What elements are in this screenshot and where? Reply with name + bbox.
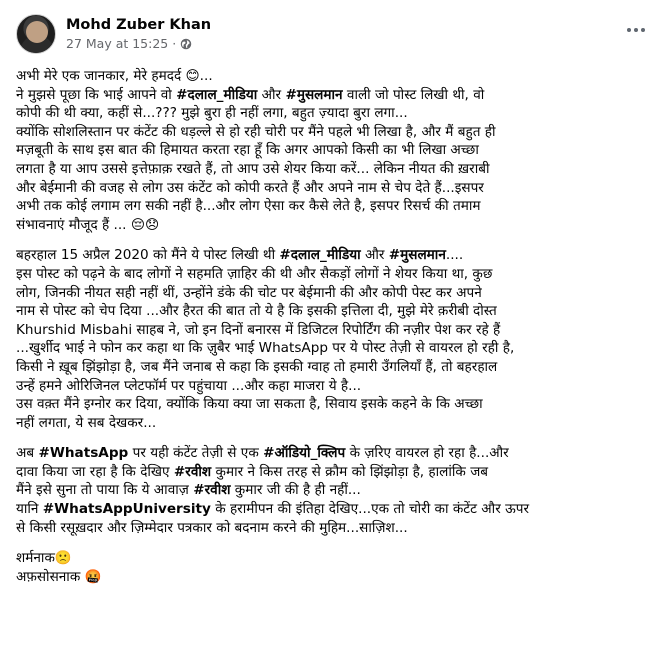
text-line: क्योंकि सोशलिस्तान पर कंटेंट की धड़ल्ले …	[16, 123, 496, 140]
text-line: लगता है या आप उससे इत्तेफ़ाक़ रखते हैं, …	[16, 160, 490, 177]
hashtag-link[interactable]: #दलाल_मीडिया	[176, 87, 257, 103]
post-subline: 27 May at 15:25 ·	[66, 36, 211, 51]
more-options-icon[interactable]	[622, 20, 650, 40]
text-line: अफ़सोसनाक 🤬	[16, 568, 102, 585]
text-line: उस वक़्त मैंने इग्नोर कर दिया, क्योंकि क…	[16, 396, 483, 413]
hashtag-link[interactable]: #रवीश	[193, 482, 230, 498]
text-line: ने मुझसे पूछा कि भाई आपने वो #दलाल_मीडिय…	[16, 86, 485, 103]
hashtag-link[interactable]: #मुसलमान	[285, 87, 342, 103]
globe-icon	[180, 38, 192, 49]
text-line: नाम से पोस्ट को चेप दिया ...और हैरत की ब…	[16, 303, 497, 320]
text-line: अब #WhatsApp पर यही कंटेंट तेज़ी से एक #…	[16, 445, 509, 462]
paragraph-4: शर्मनाक🙁 अफ़सोसनाक 🤬	[16, 549, 646, 586]
paragraph-3: अब #WhatsApp पर यही कंटेंट तेज़ी से एक #…	[16, 444, 646, 537]
text-line: अभी तक कोई लगाम लग सकी नहीं है...और लोग …	[16, 198, 481, 215]
text-line: संभावनाएं मौजूद हैं ... 😔😞	[16, 216, 160, 233]
text-line: अभी मेरे एक जानकार, मेरे हमदर्द 😊...	[16, 68, 213, 84]
post-timestamp[interactable]: 27 May at 15:25 ·	[66, 36, 176, 51]
text-line: किसी ने ख़ूब झिंझोड़ा है, जब मैंने जनाब …	[16, 358, 498, 375]
text-line: नहीं लगता, ये सब देखकर...	[16, 414, 157, 431]
post-text: अभी मेरे एक जानकार, मेरे हमदर्द 😊... ने …	[16, 67, 646, 598]
author-name[interactable]: Mohd Zuber Khan	[66, 17, 211, 33]
post-meta: Mohd Zuber Khan 27 May at 15:25 ·	[66, 17, 211, 51]
text-line: इस पोस्ट को पढ़ने के बाद लोगों ने सहमति …	[16, 265, 493, 282]
text-line: और बेईमानी की वजह से लोग उस कंटेंट को को…	[16, 179, 484, 196]
post-header: Mohd Zuber Khan 27 May at 15:25 ·	[16, 12, 211, 56]
text-line: उन्हें हमने ओरिजिनल प्लेटफॉर्म पर पहुंचा…	[16, 377, 362, 394]
paragraph-1: अभी मेरे एक जानकार, मेरे हमदर्द 😊... ने …	[16, 67, 646, 234]
text-line: ...खुर्शीद भाई ने फोन कर कहा था कि ज़ुबै…	[16, 340, 515, 357]
text-line: कोपी की थी क्या, कहीं से...??? मुझे बुरा…	[16, 105, 408, 122]
text-line: Khurshid Misbahi साहब ने, जो इन दिनों बन…	[16, 321, 501, 338]
hashtag-link[interactable]: #रवीश	[174, 464, 211, 480]
text-line: दावा किया जा रहा है कि देखिए #रवीश कुमार…	[16, 463, 489, 480]
author-avatar[interactable]	[16, 14, 56, 54]
hashtag-link[interactable]: #दलाल_मीडिया	[279, 247, 360, 263]
facebook-post: Mohd Zuber Khan 27 May at 15:25 · अभी मे…	[0, 0, 664, 669]
text-line: मैंने इसे सुना तो पाया कि ये आवाज़ #रवीश…	[16, 482, 361, 499]
hashtag-link[interactable]: #WhatsApp	[38, 445, 128, 461]
text-line: लोग, जिनकी नीयत सही नहीं थीं, उन्होंने ड…	[16, 284, 482, 301]
text-line: बहरहाल 15 अप्रैल 2020 को मैंने ये पोस्ट …	[16, 247, 464, 264]
text-line: यानि #WhatsAppUniversity के हरामीपन की इ…	[16, 501, 530, 518]
paragraph-2: बहरहाल 15 अप्रैल 2020 को मैंने ये पोस्ट …	[16, 246, 646, 432]
hashtag-link[interactable]: #ऑडियो_क्लिप	[263, 445, 345, 461]
text-line: मज़बूती के साथ इस बात की हिमायत करता रहा…	[16, 142, 479, 159]
hashtag-link[interactable]: #मुसलमान	[389, 247, 446, 263]
hashtag-link[interactable]: #WhatsAppUniversity	[43, 501, 211, 517]
text-line: शर्मनाक🙁	[16, 550, 72, 567]
text-line: से किसी रसूख़दार और ज़िम्मेदार पत्रकार क…	[16, 519, 408, 536]
